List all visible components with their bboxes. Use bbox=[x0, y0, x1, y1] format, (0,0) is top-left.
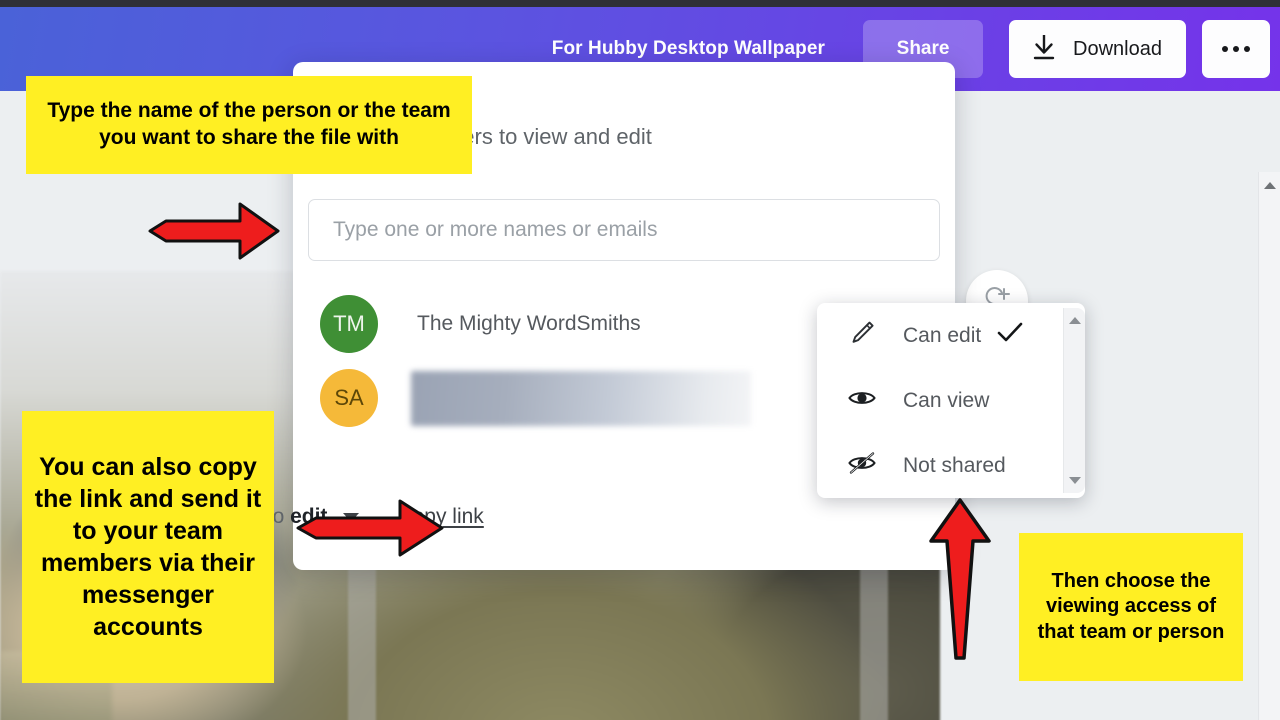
pencil-icon bbox=[847, 318, 877, 353]
menu-item-can-edit[interactable]: Can edit bbox=[817, 303, 1085, 368]
share-button-label: Share bbox=[896, 38, 950, 59]
document-title: For Hubby Desktop Wallpaper bbox=[551, 38, 826, 59]
annotation-arrow-right-bottom bbox=[296, 499, 444, 557]
download-button[interactable]: Download bbox=[1009, 20, 1186, 78]
callout-type-name: Type the name of the person or the team … bbox=[26, 76, 472, 174]
scroll-up-arrow-icon[interactable] bbox=[1068, 317, 1081, 324]
person-name-redacted bbox=[411, 370, 751, 426]
avatar: TM bbox=[320, 295, 378, 353]
callout-copy-link: You can also copy the link and send it t… bbox=[22, 411, 274, 683]
window-top-strip bbox=[0, 0, 1280, 7]
menu-item-label: Can edit bbox=[903, 323, 982, 347]
download-button-label: Download bbox=[1073, 37, 1162, 60]
canvas-vertical-scrollbar[interactable] bbox=[1258, 172, 1280, 720]
menu-item-label: Not shared bbox=[903, 453, 1006, 477]
annotation-arrow-up bbox=[929, 498, 991, 660]
download-icon bbox=[1031, 33, 1057, 66]
scroll-down-arrow-icon[interactable] bbox=[1068, 477, 1081, 484]
share-recipients-input[interactable]: Type one or more names or emails bbox=[308, 199, 940, 261]
scroll-up-arrow-icon[interactable] bbox=[1263, 182, 1276, 189]
menu-item-can-view[interactable]: Can view bbox=[817, 368, 1085, 433]
ellipsis-icon bbox=[1222, 46, 1250, 52]
eye-icon bbox=[847, 383, 877, 418]
menu-item-not-shared[interactable]: Not shared bbox=[817, 433, 1085, 498]
person-name: The Mighty WordSmiths bbox=[417, 312, 641, 335]
permission-menu-scrollbar[interactable] bbox=[1063, 308, 1085, 493]
screen-root: For Hubby Desktop Wallpaper Share Downlo… bbox=[0, 0, 1280, 720]
eye-off-icon bbox=[847, 448, 877, 483]
callout-choose-access: Then choose the viewing access of that t… bbox=[1019, 533, 1243, 681]
more-options-button[interactable] bbox=[1202, 20, 1270, 78]
share-recipients-placeholder: Type one or more names or emails bbox=[333, 218, 658, 241]
annotation-arrow-right-top bbox=[148, 202, 280, 260]
permission-dropdown-menu: Can edit Can view Not shared bbox=[817, 303, 1085, 498]
avatar: SA bbox=[320, 369, 378, 427]
check-icon bbox=[995, 321, 1025, 350]
menu-item-label: Can view bbox=[903, 388, 990, 412]
